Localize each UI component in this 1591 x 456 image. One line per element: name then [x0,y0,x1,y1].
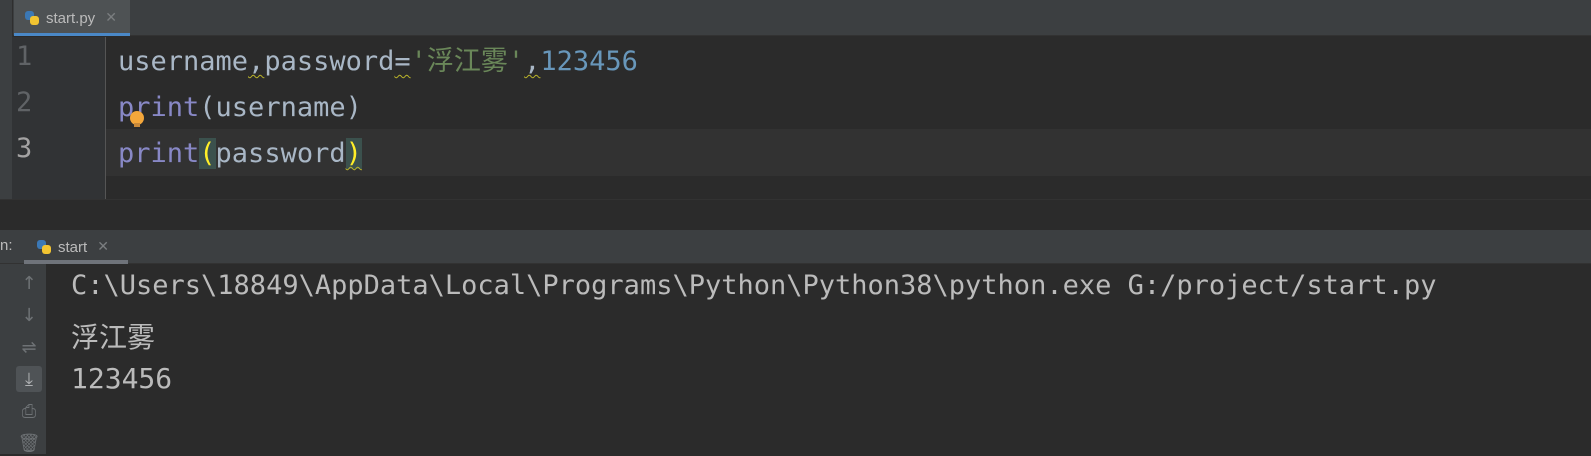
python-run-icon [36,239,52,255]
scroll-to-end-icon[interactable]: ⤓ [16,366,42,392]
line-number: 2 [16,87,33,118]
down-arrow-icon[interactable]: ↓ [16,302,42,328]
run-tool-window-header: n: start ✕ [0,230,1591,264]
line-number: 3 [16,133,33,164]
identifier: username [118,46,249,77]
line-number-gutter: 1 2 3 [12,37,106,199]
lightbulb-icon[interactable] [130,111,144,127]
python-file-icon [24,10,40,26]
active-tab-indicator [14,33,130,36]
editor-tab-bar: start.py ✕ [0,0,1591,36]
operator: , [248,46,265,77]
console-line-command: C:\Users\18849\AppData\Local\Programs\Py… [71,270,1437,301]
paren: ) [345,92,362,123]
line-number: 1 [16,41,33,72]
console-line: 浮江雾 [71,321,156,354]
console-line: 123456 [71,362,173,395]
code-line-1: username,password='浮江雾',123456 [118,39,638,85]
operator: , [524,46,541,77]
close-tab-icon[interactable]: ✕ [105,10,117,26]
builtin-function: print [118,138,200,169]
editor-tab-start-py[interactable]: start.py ✕ [14,0,130,36]
identifier: username [215,92,346,123]
paren: ( [199,92,216,123]
close-run-tab-icon[interactable]: ✕ [97,239,109,255]
identifier: password [215,138,346,169]
code-line-2: print(username) [118,85,362,131]
panel-splitter[interactable] [0,199,1591,230]
run-toolbar: ↑ ↓ ⇌ ⤓ ⎙ 🗑 [12,264,46,454]
code-line-3: print(password) [118,131,362,177]
print-icon[interactable]: ⎙ [16,398,42,424]
matched-paren: ) [345,138,362,169]
run-label: n: [0,237,13,254]
number-literal: 123456 [540,46,638,77]
trash-icon[interactable]: 🗑 [16,430,42,456]
editor-tab-label: start.py [46,9,96,27]
up-arrow-icon[interactable]: ↑ [16,270,42,296]
identifier: password [264,46,395,77]
run-tab-start[interactable]: start ✕ [24,230,128,264]
soft-wrap-icon[interactable]: ⇌ [16,334,42,360]
console-output[interactable]: C:\Users\18849\AppData\Local\Programs\Py… [46,264,1591,454]
code-editor[interactable]: 1 2 3 username,password='浮江雾',123456 pri… [12,37,1591,199]
operator: = [394,46,411,77]
run-tab-label: start [58,238,88,256]
matched-paren: ( [199,138,216,169]
string-literal: '浮江雾' [410,46,525,77]
